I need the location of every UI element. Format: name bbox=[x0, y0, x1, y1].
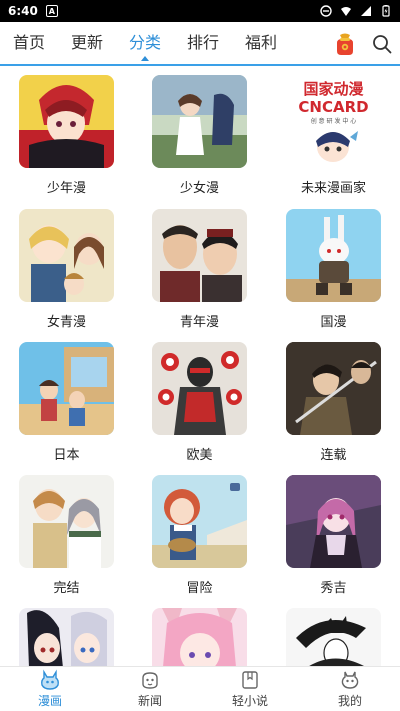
category-josei[interactable]: 女青漫 bbox=[19, 209, 114, 330]
cover-image bbox=[286, 475, 381, 568]
cover-image bbox=[286, 608, 381, 666]
active-tab-indicator bbox=[141, 56, 149, 61]
tab-home[interactable]: 首页 bbox=[0, 21, 58, 65]
category-label: 青年漫 bbox=[179, 315, 219, 330]
bottom-nav: 漫画 新闻 轻小说 我的 bbox=[0, 666, 400, 711]
cover-image bbox=[152, 475, 247, 568]
bottom-tab-profile[interactable]: 我的 bbox=[300, 667, 400, 711]
tab-welfare[interactable]: 福利 bbox=[232, 21, 290, 65]
cover-image bbox=[286, 342, 381, 435]
category-label: 未来漫画家 bbox=[300, 181, 366, 196]
bottom-tab-label: 我的 bbox=[337, 694, 362, 708]
lucky-bag-icon[interactable] bbox=[332, 31, 358, 57]
cover-image bbox=[152, 608, 247, 666]
bottom-tab-news[interactable]: 新闻 bbox=[100, 667, 200, 711]
tab-categories[interactable]: 分类 bbox=[116, 21, 174, 65]
cover-image bbox=[152, 342, 247, 435]
category-label: 欧美 bbox=[186, 448, 213, 463]
cover-image bbox=[152, 75, 247, 168]
search-icon[interactable] bbox=[372, 34, 392, 54]
tab-label: 福利 bbox=[244, 33, 277, 52]
profile-icon bbox=[341, 671, 359, 689]
bottom-tab-novels[interactable]: 轻小说 bbox=[200, 667, 300, 711]
tab-label: 首页 bbox=[12, 33, 45, 52]
bottom-tab-label: 漫画 bbox=[37, 694, 62, 708]
bottom-tab-label: 轻小说 bbox=[231, 694, 268, 708]
news-icon bbox=[142, 672, 158, 689]
category-adventure[interactable]: 冒险 bbox=[152, 475, 247, 596]
novel-icon bbox=[242, 671, 258, 689]
cncard-title: 国家动漫 bbox=[303, 80, 364, 98]
category-label: 连载 bbox=[320, 448, 347, 463]
bottom-tab-label: 新闻 bbox=[137, 694, 162, 708]
notification-a-icon: A bbox=[45, 5, 58, 17]
tab-updates[interactable]: 更新 bbox=[58, 21, 116, 65]
cover-image bbox=[19, 342, 114, 435]
cover-image bbox=[286, 209, 381, 302]
category-shoujo[interactable]: 少女漫 bbox=[152, 75, 247, 196]
category-label: 秀吉 bbox=[320, 581, 347, 596]
category-label: 少女漫 bbox=[179, 181, 219, 196]
category-label: 日本 bbox=[53, 448, 80, 463]
category-serializing[interactable]: 连载 bbox=[286, 342, 381, 463]
category-guoman[interactable]: 国漫 bbox=[286, 209, 381, 330]
category-label: 冒险 bbox=[186, 581, 213, 596]
status-time: 6:40 bbox=[8, 4, 38, 18]
cncard-logo-text: CNCARD bbox=[298, 98, 368, 116]
category-item-14[interactable] bbox=[152, 608, 247, 666]
wifi-icon bbox=[341, 7, 351, 16]
battery-icon bbox=[382, 5, 390, 17]
cover-image bbox=[19, 608, 114, 666]
cover-image bbox=[19, 75, 114, 168]
cncard-subtitle: 创 意 研 发 中 心 bbox=[311, 117, 357, 125]
category-shonen[interactable]: 少年漫 bbox=[19, 75, 114, 196]
tab-label: 更新 bbox=[70, 33, 103, 52]
bottom-tab-comics[interactable]: 漫画 bbox=[0, 667, 100, 711]
category-item-13[interactable] bbox=[19, 608, 114, 666]
dnd-icon bbox=[320, 5, 332, 17]
category-label: 国漫 bbox=[320, 315, 347, 330]
tab-label: 排行 bbox=[186, 33, 219, 52]
category-label: 少年漫 bbox=[46, 181, 86, 196]
tab-label: 分类 bbox=[128, 33, 161, 52]
category-japan[interactable]: 日本 bbox=[19, 342, 114, 463]
category-western[interactable]: 欧美 bbox=[152, 342, 247, 463]
category-label: 女青漫 bbox=[46, 315, 86, 330]
tab-ranking[interactable]: 排行 bbox=[174, 21, 232, 65]
signal-icon bbox=[361, 6, 371, 16]
comic-icon bbox=[41, 669, 59, 690]
category-label: 完结 bbox=[53, 581, 80, 596]
cover-image bbox=[19, 209, 114, 302]
category-hideyoshi[interactable]: 秀吉 bbox=[286, 475, 381, 596]
status-bar: 6:40 A bbox=[0, 0, 400, 22]
category-future-artist[interactable]: 国家动漫 CNCARD 创 意 研 发 中 心 未来漫画家 bbox=[286, 75, 381, 196]
category-grid: 少年漫 少女漫 国家动漫 CNCARD 创 意 研 发 中 心 未来漫画家 女青… bbox=[0, 70, 400, 666]
cover-image bbox=[152, 209, 247, 302]
cover-image bbox=[19, 475, 114, 568]
category-item-15[interactable] bbox=[286, 608, 381, 666]
top-nav: 首页 更新 分类 排行 福利 bbox=[0, 22, 400, 66]
category-completed[interactable]: 完结 bbox=[19, 475, 114, 596]
cover-image: 国家动漫 CNCARD 创 意 研 发 中 心 bbox=[286, 75, 381, 168]
category-seinen[interactable]: 青年漫 bbox=[152, 209, 247, 330]
